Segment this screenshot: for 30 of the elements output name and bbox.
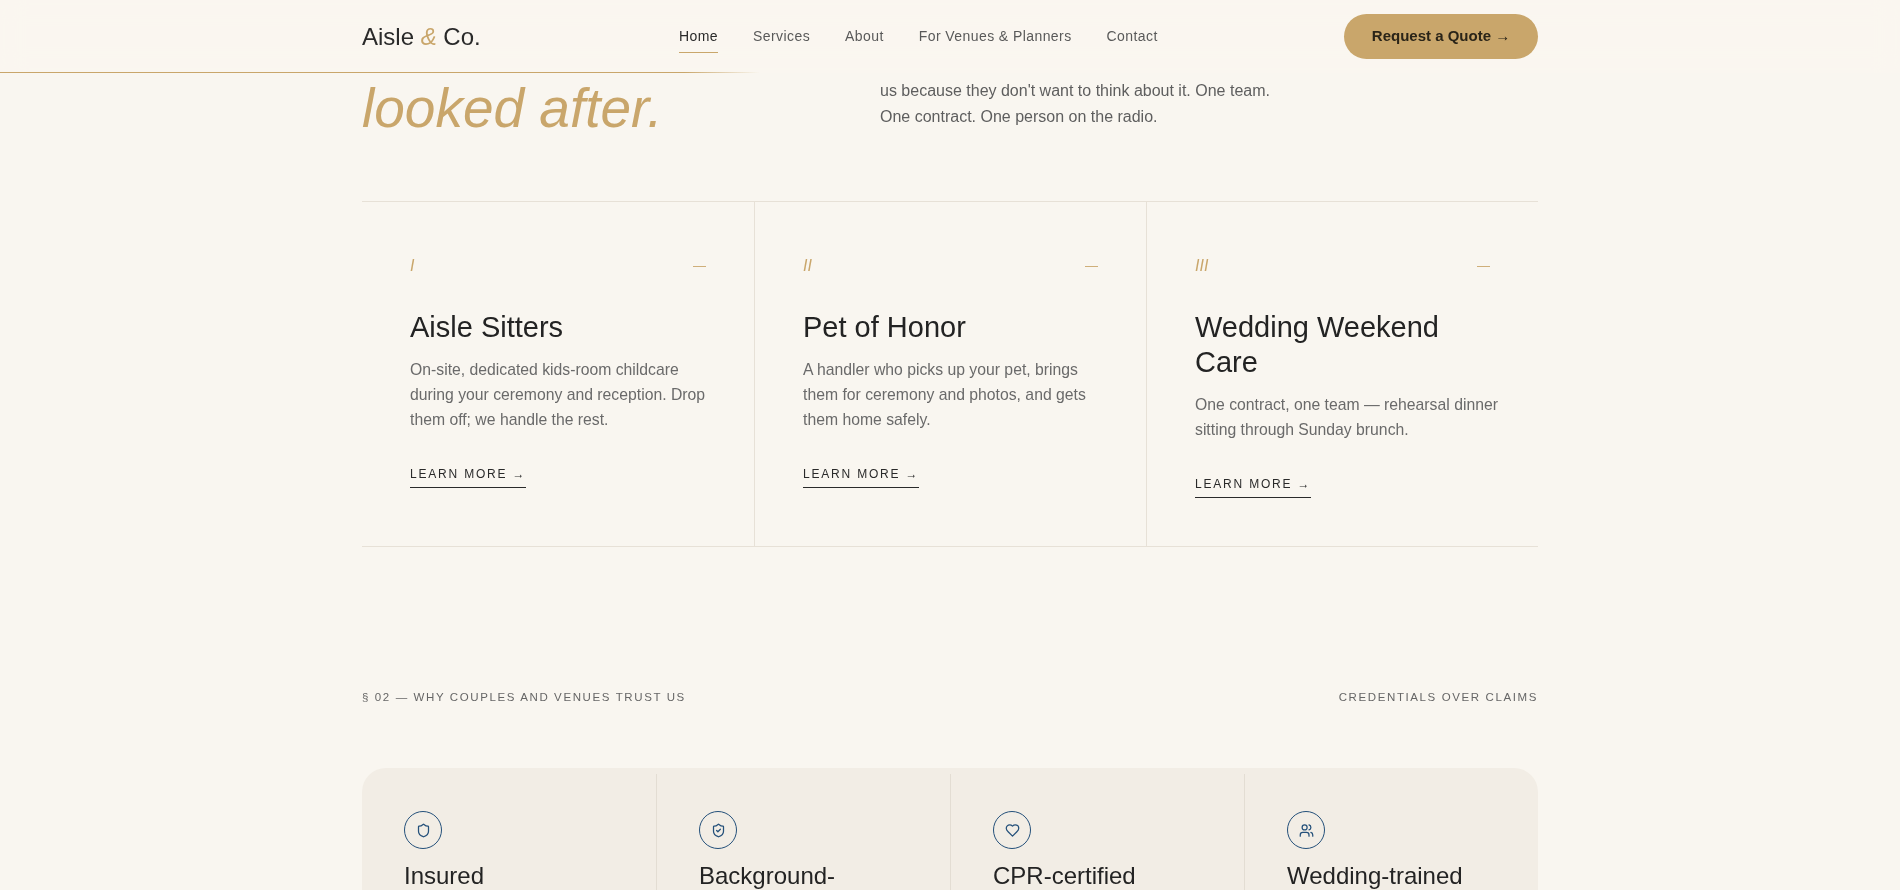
- nav-link[interactable]: About: [845, 20, 884, 53]
- nav-link[interactable]: For Venues & Planners: [918, 20, 1072, 53]
- dash-mark: —: [1477, 257, 1490, 275]
- section-label: § 02 — WHY COUPLES AND VENUES TRUST US: [362, 690, 686, 705]
- service-description: A handler who picks up your pet, brings them for ceremony and photos, and gets them home safely.: [803, 360, 1087, 430]
- nav-link[interactable]: Contact: [1106, 20, 1158, 53]
- hero-heading: looked after.: [362, 76, 663, 140]
- section-tagline: CREDENTIALS OVER CLAIMS: [1338, 690, 1538, 705]
- trust-title: Insured: [404, 862, 486, 890]
- hero-paragraph: us because they don't want to think about it. One team. One contract. One person on the radio.: [880, 81, 1271, 127]
- service-title: Pet of Honor: [803, 310, 967, 345]
- learn-more-link[interactable]: LEARN MORE →: [410, 464, 527, 488]
- request-quote-button[interactable]: Request a Quote →: [1344, 14, 1538, 59]
- dash-mark: —: [693, 257, 706, 275]
- service-title: Aisle Sitters: [410, 310, 565, 345]
- service-description: On-site, dedicated kids-room childcare during your ceremony and reception. Drop them off; we handle the rest.: [410, 360, 707, 430]
- nav-link[interactable]: Services: [753, 20, 811, 53]
- trust-title: CPR-certified: [993, 862, 1137, 890]
- trust-title: Background-: [699, 862, 837, 890]
- logo[interactable]: Aisle & Co.: [362, 18, 481, 55]
- service-numeral: III: [1195, 256, 1209, 276]
- trust-title: Wedding-trained: [1287, 862, 1464, 890]
- nav-link[interactable]: Home: [679, 20, 719, 53]
- service-description: One contract, one team — rehearsal dinner sitting through Sunday brunch.: [1195, 395, 1499, 440]
- service-title: Wedding Weekend Care: [1195, 310, 1440, 380]
- learn-more-link[interactable]: LEARN MORE →: [1195, 474, 1312, 498]
- learn-more-link[interactable]: LEARN MORE →: [803, 464, 920, 488]
- service-numeral: II: [803, 256, 812, 276]
- dash-mark: —: [1085, 257, 1098, 275]
- service-numeral: I: [410, 256, 415, 276]
